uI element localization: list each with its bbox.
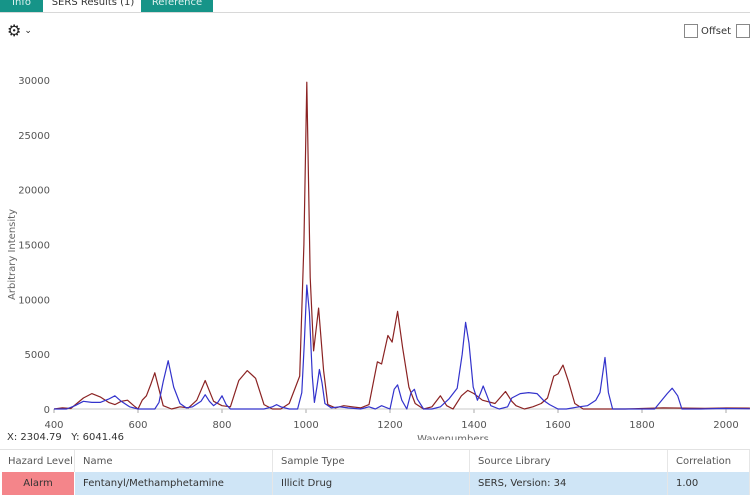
- chevron-down-icon: ⌄: [24, 26, 32, 36]
- results-table: Hazard Level Name Sample Type Source Lib…: [0, 449, 750, 495]
- result-sample-type: Illicit Drug: [273, 472, 470, 495]
- series-layer: [53, 81, 750, 410]
- x-axis-title: Wavenumbers: [417, 434, 489, 440]
- tab-bar: Info SERS Results (1) Reference: [0, 0, 750, 13]
- tab-reference[interactable]: Reference: [141, 0, 213, 12]
- y-tick-label: 20000: [18, 186, 50, 197]
- settings-menu-button[interactable]: ⚙ ⌄: [7, 22, 37, 40]
- y-tick-label: 0: [44, 405, 50, 416]
- column-header-sample-type[interactable]: Sample Type: [273, 450, 470, 472]
- offset-label: Offset: [701, 25, 732, 37]
- y-axis: 0 5000 10000 15000 20000 25000 30000: [18, 76, 50, 416]
- table-row[interactable]: Alarm Fentanyl/Methamphetamine Illicit D…: [0, 472, 750, 495]
- x-tick-label: 1400: [461, 420, 486, 431]
- column-header-source-library[interactable]: Source Library: [470, 450, 668, 472]
- y-tick-label: 30000: [18, 76, 50, 87]
- table-header: Hazard Level Name Sample Type Source Lib…: [0, 449, 750, 472]
- x-tick-label: 1800: [629, 420, 654, 431]
- spectrum-chart[interactable]: 0 5000 10000 15000 20000 25000 30000 400 600 800…: [0, 60, 750, 440]
- x-tick-label: 600: [128, 420, 147, 431]
- column-header-name[interactable]: Name: [75, 450, 273, 472]
- cursor-coordinates: X: 2304.79 Y: 6041.46: [7, 432, 124, 443]
- result-source-library: SERS, Version: 34: [470, 472, 668, 495]
- x-tick-label: 1000: [293, 420, 318, 431]
- x-tick-label: 800: [212, 420, 231, 431]
- tab-info[interactable]: Info: [0, 0, 43, 12]
- secondary-checkbox[interactable]: [736, 24, 750, 38]
- column-header-hazard-level[interactable]: Hazard Level: [0, 450, 75, 472]
- tab-sers-results[interactable]: SERS Results (1): [45, 0, 141, 12]
- hazard-level-badge: Alarm: [2, 472, 75, 495]
- series-line-reference: [53, 81, 750, 410]
- x-tick-label: 1200: [377, 420, 402, 431]
- y-tick-label: 25000: [18, 131, 50, 142]
- result-name: Fentanyl/Methamphetamine: [75, 472, 273, 495]
- x-tick-label: 400: [44, 420, 63, 431]
- x-tick-label: 2000: [713, 420, 738, 431]
- result-correlation: 1.00: [668, 472, 750, 495]
- y-tick-label: 15000: [18, 241, 50, 252]
- x-axis: 400 600 800 1000 1200 1400 1600 1800 2000: [44, 409, 739, 431]
- y-tick-label: 5000: [25, 350, 50, 361]
- y-tick-label: 10000: [18, 295, 50, 306]
- offset-toggle[interactable]: Offset: [684, 24, 731, 38]
- y-axis-title: Arbitrary Intensity: [7, 209, 18, 300]
- gear-icon: ⚙: [7, 21, 22, 40]
- x-tick-label: 1600: [545, 420, 570, 431]
- column-header-correlation[interactable]: Correlation: [668, 450, 750, 472]
- offset-checkbox[interactable]: [684, 24, 698, 38]
